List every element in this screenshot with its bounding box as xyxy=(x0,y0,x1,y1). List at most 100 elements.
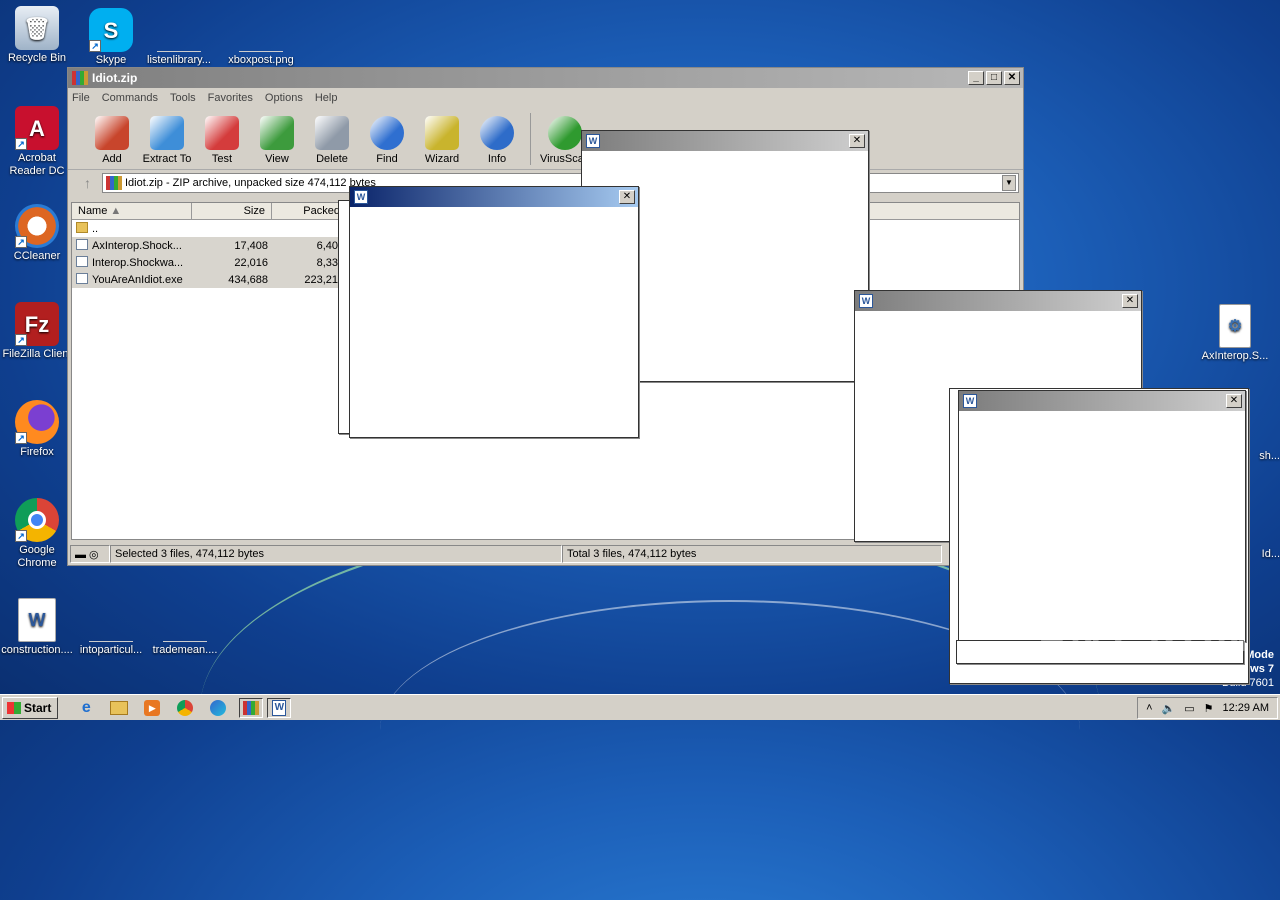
file-size: 17,408 xyxy=(234,239,268,252)
toolbar-button-find[interactable]: Find xyxy=(359,116,415,165)
action-center-flag-icon[interactable]: ⚑ xyxy=(1204,702,1214,715)
word-icon: W xyxy=(354,190,368,204)
toolbar-button-label: Wizard xyxy=(424,153,460,165)
desktop-icon-trademean[interactable]: trademean.... xyxy=(148,598,222,657)
menu-options[interactable]: Options xyxy=(265,92,303,104)
column-name[interactable]: Name ▲ xyxy=(72,203,192,219)
desktop-icon-firefox[interactable]: ↗ Firefox xyxy=(0,400,74,459)
toolbar-button-wizard[interactable]: Wizard xyxy=(414,116,470,165)
toolbar-button-label: Delete xyxy=(316,153,348,165)
desktop-icon-xboxpost[interactable]: xboxpost.png xyxy=(224,8,298,67)
chrome-icon: ↗ xyxy=(15,498,59,542)
close-button[interactable]: ✕ xyxy=(1226,394,1242,408)
menubar: File Commands Tools Favorites Options He… xyxy=(68,88,1023,108)
table-row[interactable]: Interop.Shockwa... 22,016 8,33 xyxy=(72,254,342,271)
close-button[interactable]: ✕ xyxy=(619,190,635,204)
media-player-icon[interactable]: ▶ xyxy=(140,698,164,718)
file-icon xyxy=(163,598,207,642)
toolbar-button-view[interactable]: View xyxy=(249,116,305,165)
popup-titlebar[interactable]: W ✕ xyxy=(350,187,638,207)
maximize-button[interactable]: □ xyxy=(986,71,1002,85)
close-button[interactable]: ✕ xyxy=(1122,294,1138,308)
word-icon: W xyxy=(859,294,873,308)
view-icon xyxy=(260,116,294,150)
desktop-icon-word-doc[interactable]: W construction.... xyxy=(0,598,74,657)
menu-favorites[interactable]: Favorites xyxy=(208,92,253,104)
desktop-icon-skype[interactable]: S ↗ Skype xyxy=(74,8,148,67)
word-taskbar-icon[interactable]: W xyxy=(267,697,292,718)
toolbar-separator xyxy=(530,113,531,165)
desktop-icon-recycle-bin[interactable]: 🗑 Recycle Bin xyxy=(0,6,74,65)
up-arrow-icon[interactable]: ↑ xyxy=(84,175,91,191)
volume-icon[interactable]: 🔈 xyxy=(1162,702,1176,715)
system-tray: ˄ 🔈 ▭ ⚑ 12:29 AM xyxy=(1137,697,1278,719)
table-row[interactable]: YouAreAnIdiot.exe 434,688 223,21 xyxy=(72,271,342,288)
file-icon xyxy=(157,8,201,52)
desktop-icon-ccleaner[interactable]: ↗ CCleaner xyxy=(0,204,74,263)
desktop-icon-axinterop[interactable]: ⚙ AxInterop.S... xyxy=(1198,304,1272,363)
icon-label: Google Chrome xyxy=(17,544,57,569)
word-icon: W xyxy=(586,134,600,148)
ie-icon[interactable]: e xyxy=(74,698,98,718)
toolbar-button-add[interactable]: Add xyxy=(84,116,140,165)
desktop-icon-filezilla[interactable]: Fz ↗ FileZilla Client xyxy=(0,302,74,361)
column-size[interactable]: Size xyxy=(192,203,272,219)
toolbar-button-extract-to[interactable]: Extract To xyxy=(139,116,195,165)
anyrun-watermark: ANY RUN xyxy=(1036,612,1250,661)
file-icon xyxy=(76,256,88,267)
winrar-taskbar-icon[interactable] xyxy=(239,697,264,718)
column-packed[interactable]: Packed xyxy=(272,203,347,219)
minimize-button[interactable]: _ xyxy=(968,71,984,85)
file-name: Interop.Shockwa... xyxy=(92,257,184,269)
window-title: Idiot.zip xyxy=(92,71,138,85)
popup-titlebar[interactable]: W ✕ xyxy=(855,291,1141,311)
icon-label: CCleaner xyxy=(13,250,61,262)
desktop-icon-listenlibrary[interactable]: listenlibrary... xyxy=(142,8,216,67)
show-hidden-icons-icon[interactable]: ˄ xyxy=(1146,702,1152,714)
table-row[interactable]: AxInterop.Shock... 17,408 6,40 xyxy=(72,237,342,254)
toolbar-button-delete[interactable]: Delete xyxy=(304,116,360,165)
desktop-icon-intoparticul[interactable]: intoparticul... xyxy=(74,598,148,657)
icon-label: xboxpost.png xyxy=(228,54,294,66)
clock[interactable]: 12:29 AM xyxy=(1223,702,1269,714)
virusscan-icon xyxy=(548,116,582,150)
status-selected: Selected 3 files, 474,112 bytes xyxy=(110,545,562,563)
toolbar-button-info[interactable]: Info xyxy=(469,116,525,165)
desktop-icon-acrobat[interactable]: A ↗ Acrobat Reader DC xyxy=(0,106,74,178)
toolbar-button-label: Info xyxy=(487,153,507,165)
drive-icon[interactable]: ▬ ◎ xyxy=(70,545,110,563)
close-button[interactable]: ✕ xyxy=(849,134,865,148)
edge-icon[interactable] xyxy=(206,698,230,718)
popup-titlebar[interactable]: W ✕ xyxy=(959,391,1245,411)
toolbar-button-label: Find xyxy=(376,153,398,165)
menu-tools[interactable]: Tools xyxy=(170,92,196,104)
winrar-titlebar[interactable]: Idiot.zip _ □ ✕ xyxy=(68,68,1023,88)
chevron-down-icon[interactable]: ▼ xyxy=(1002,175,1016,191)
icon-label: Acrobat Reader DC xyxy=(9,152,65,177)
taskbar: Start e ▶ W ˄ 🔈 ▭ ⚑ 12:29 AM xyxy=(0,694,1280,720)
add-icon xyxy=(95,116,129,150)
icon-label: Recycle Bin xyxy=(7,52,67,64)
acrobat-icon: A ↗ xyxy=(15,106,59,150)
skype-icon: S ↗ xyxy=(89,8,133,52)
test-icon xyxy=(205,116,239,150)
menu-help[interactable]: Help xyxy=(315,92,338,104)
menu-file[interactable]: File xyxy=(72,92,90,104)
status-total: Total 3 files, 474,112 bytes xyxy=(562,545,942,563)
toolbar-button-test[interactable]: Test xyxy=(194,116,250,165)
desktop-icon-chrome[interactable]: ↗ Google Chrome xyxy=(0,498,74,570)
menu-commands[interactable]: Commands xyxy=(102,92,158,104)
network-icon[interactable]: ▭ xyxy=(1184,702,1194,715)
explorer-icon[interactable] xyxy=(107,698,131,718)
close-button[interactable]: ✕ xyxy=(1004,71,1020,85)
chrome-taskbar-icon[interactable] xyxy=(173,698,197,718)
popup-window[interactable]: W ✕ xyxy=(958,390,1246,642)
popup-window-active[interactable]: W ✕ xyxy=(349,186,639,438)
icon-label: trademean.... xyxy=(152,644,218,656)
start-label: Start xyxy=(24,700,52,715)
start-button[interactable]: Start xyxy=(2,696,59,719)
parent-folder-row[interactable]: .. xyxy=(72,220,342,237)
folder-icon xyxy=(76,222,88,233)
popup-titlebar[interactable]: W ✕ xyxy=(582,131,868,151)
find-icon xyxy=(370,116,404,150)
